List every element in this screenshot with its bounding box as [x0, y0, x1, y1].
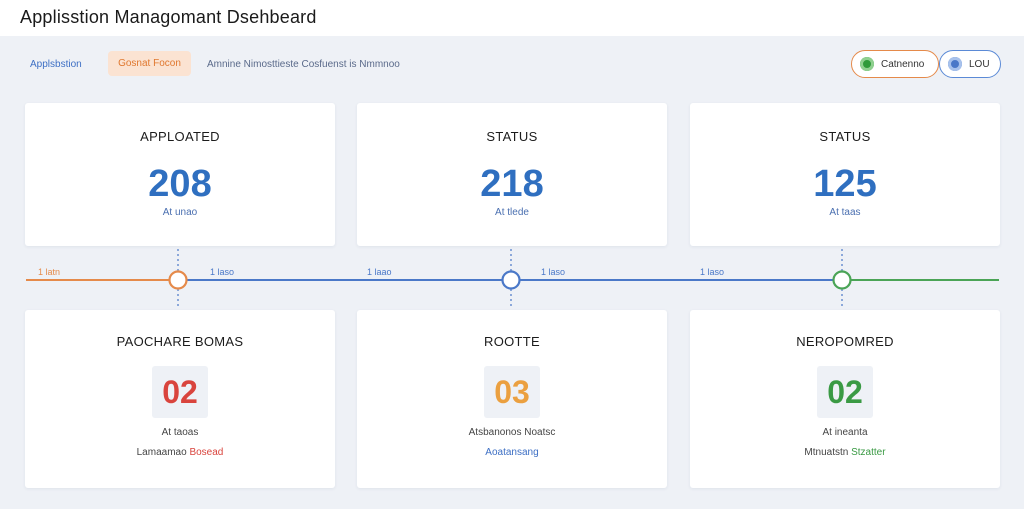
online-status-chip[interactable]: Catnenno	[851, 50, 939, 78]
title-bar: Applisstion Managomant Dsehbeard	[0, 0, 1024, 36]
detail-status-value: Stzatter	[851, 447, 886, 458]
detail-status-prefix: Lamaamao	[136, 447, 187, 458]
detail-status-value: Bosead	[189, 447, 224, 458]
breadcrumb: Amnine Nimosttieste Cosfuenst is Nmmnoo	[207, 59, 400, 70]
detail-sub: At taoas	[161, 427, 199, 438]
timeline-label: 1 laao	[367, 267, 392, 277]
timeline-node-green	[832, 270, 852, 290]
user-label: LOU	[969, 58, 990, 70]
timeline-label: 1 laso	[541, 267, 566, 277]
detail-card[interactable]: ROOTTE 03 Atsbanonos Noatsc Aoatansang	[357, 310, 667, 488]
detail-card[interactable]: NEROPOMRED 02 At ineanta Mtnuatstn Stzat…	[690, 310, 1000, 488]
timeline: 1 latn 1 laso 1 laao 1 laso 1 laso	[0, 245, 1024, 315]
detail-label: PAOCHARE BOMAS	[116, 334, 244, 349]
stat-sub: At unao	[162, 207, 198, 218]
stat-value: 218	[480, 163, 544, 205]
stat-card[interactable]: STATUS 125 At taas	[690, 103, 1000, 246]
online-status-label: Catnenno	[881, 58, 925, 70]
detail-status-line: Mtnuatstn Stzatter	[690, 447, 1000, 458]
stat-sub: At taas	[829, 207, 861, 218]
detail-count-badge: 02	[152, 366, 208, 418]
detail-label: NEROPOMRED	[796, 334, 894, 349]
stat-card[interactable]: APPLOATED 208 At unao	[25, 103, 335, 246]
user-avatar-icon	[948, 57, 962, 71]
detail-status-prefix: Mtnuatstn	[804, 447, 849, 458]
timeline-node-blue	[501, 270, 521, 290]
detail-sub: Atsbanonos Noatsc	[468, 427, 556, 438]
app-title: Applisstion Managomant Dsehbeard	[20, 7, 317, 27]
detail-label: ROOTTE	[484, 334, 540, 349]
stat-label: STATUS	[819, 129, 871, 144]
timeline-label: 1 laso	[700, 267, 725, 277]
detail-sub: At ineanta	[822, 427, 868, 438]
timeline-label: 1 laso	[210, 267, 235, 277]
stat-value: 125	[813, 163, 877, 205]
stat-label: STATUS	[486, 129, 538, 144]
detail-link[interactable]: Aoatansang	[357, 447, 667, 458]
detail-card[interactable]: PAOCHARE BOMAS 02 At taoas Lamaamao Bose…	[25, 310, 335, 488]
stat-sub: At tlede	[495, 207, 529, 218]
detail-count-badge: 02	[817, 366, 873, 418]
stat-value: 208	[148, 163, 212, 205]
nav-pill-active[interactable]: Gosnat Focon	[108, 51, 191, 76]
stat-label: APPLOATED	[140, 129, 220, 144]
nav-link-applications[interactable]: Applsbstion	[30, 59, 82, 70]
stat-card[interactable]: STATUS 218 At tlede	[357, 103, 667, 246]
detail-status-line: Lamaamao Bosead	[25, 447, 335, 458]
status-dot-icon	[860, 57, 874, 71]
user-chip[interactable]: LOU	[939, 50, 1001, 78]
detail-count-badge: 03	[484, 366, 540, 418]
timeline-node-orange	[168, 270, 188, 290]
timeline-label: 1 latn	[38, 267, 61, 277]
timeline-graphic	[26, 249, 999, 309]
